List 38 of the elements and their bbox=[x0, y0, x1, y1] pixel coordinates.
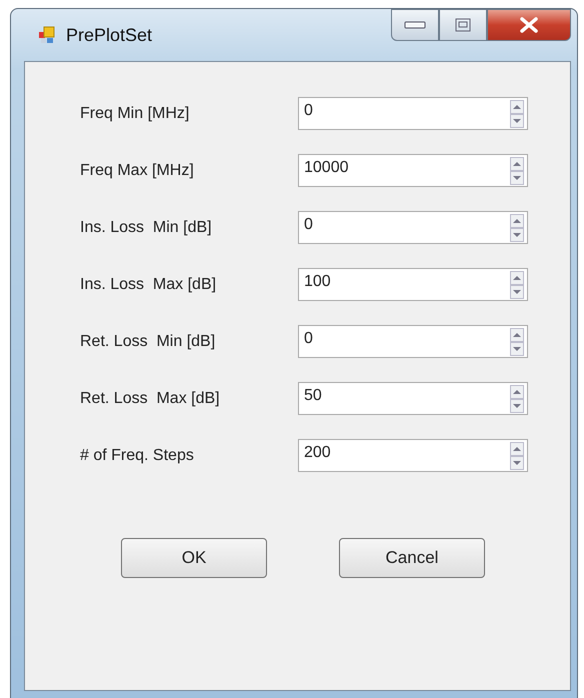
spin-down-icon[interactable] bbox=[510, 398, 524, 412]
spin-down-icon[interactable] bbox=[510, 342, 524, 356]
spin-up-icon[interactable] bbox=[510, 270, 524, 284]
close-button[interactable] bbox=[487, 9, 571, 41]
cancel-button[interactable]: Cancel bbox=[339, 538, 485, 578]
field-label: Freq Min [MHz] bbox=[80, 104, 190, 122]
number-spinner[interactable]: 50 bbox=[298, 382, 528, 415]
minimize-icon bbox=[404, 20, 426, 30]
number-spinner[interactable]: 10000 bbox=[298, 154, 528, 187]
field-label: Ins. Loss Min [dB] bbox=[80, 218, 213, 236]
number-spinner[interactable]: 0 bbox=[298, 325, 528, 358]
minimize-button[interactable] bbox=[391, 9, 439, 41]
field-label: Ret. Loss Min [dB] bbox=[80, 332, 216, 350]
spin-up-icon[interactable] bbox=[510, 100, 524, 114]
field-label: Ins. Loss Max [dB] bbox=[80, 276, 218, 294]
spin-down-icon[interactable] bbox=[510, 456, 524, 470]
number-spinner[interactable]: 200 bbox=[298, 439, 528, 472]
spin-down-icon[interactable] bbox=[510, 228, 524, 242]
spin-down-icon[interactable] bbox=[510, 284, 524, 298]
spin-up-icon[interactable] bbox=[510, 328, 524, 342]
spin-up-icon[interactable] bbox=[510, 156, 524, 170]
number-spinner[interactable]: 100 bbox=[298, 268, 528, 301]
field-label: Ret. Loss Max [dB] bbox=[80, 390, 221, 408]
spin-up-icon[interactable] bbox=[510, 384, 524, 398]
maximize-icon bbox=[455, 18, 471, 32]
spin-up-icon[interactable] bbox=[510, 214, 524, 228]
close-icon bbox=[518, 17, 540, 33]
number-spinner[interactable]: 0 bbox=[298, 211, 528, 244]
maximize-button[interactable] bbox=[439, 9, 487, 41]
app-icon bbox=[38, 26, 56, 44]
ok-button[interactable]: OK bbox=[121, 538, 267, 578]
number-spinner[interactable]: 0 bbox=[298, 97, 528, 130]
window-title: PrePlotSet bbox=[66, 24, 152, 46]
spin-up-icon[interactable] bbox=[510, 442, 524, 456]
field-label: Freq Max [MHz] bbox=[80, 162, 195, 180]
spin-down-icon[interactable] bbox=[510, 114, 524, 128]
spin-down-icon[interactable] bbox=[510, 170, 524, 184]
field-label: # of Freq. Steps bbox=[80, 446, 195, 464]
